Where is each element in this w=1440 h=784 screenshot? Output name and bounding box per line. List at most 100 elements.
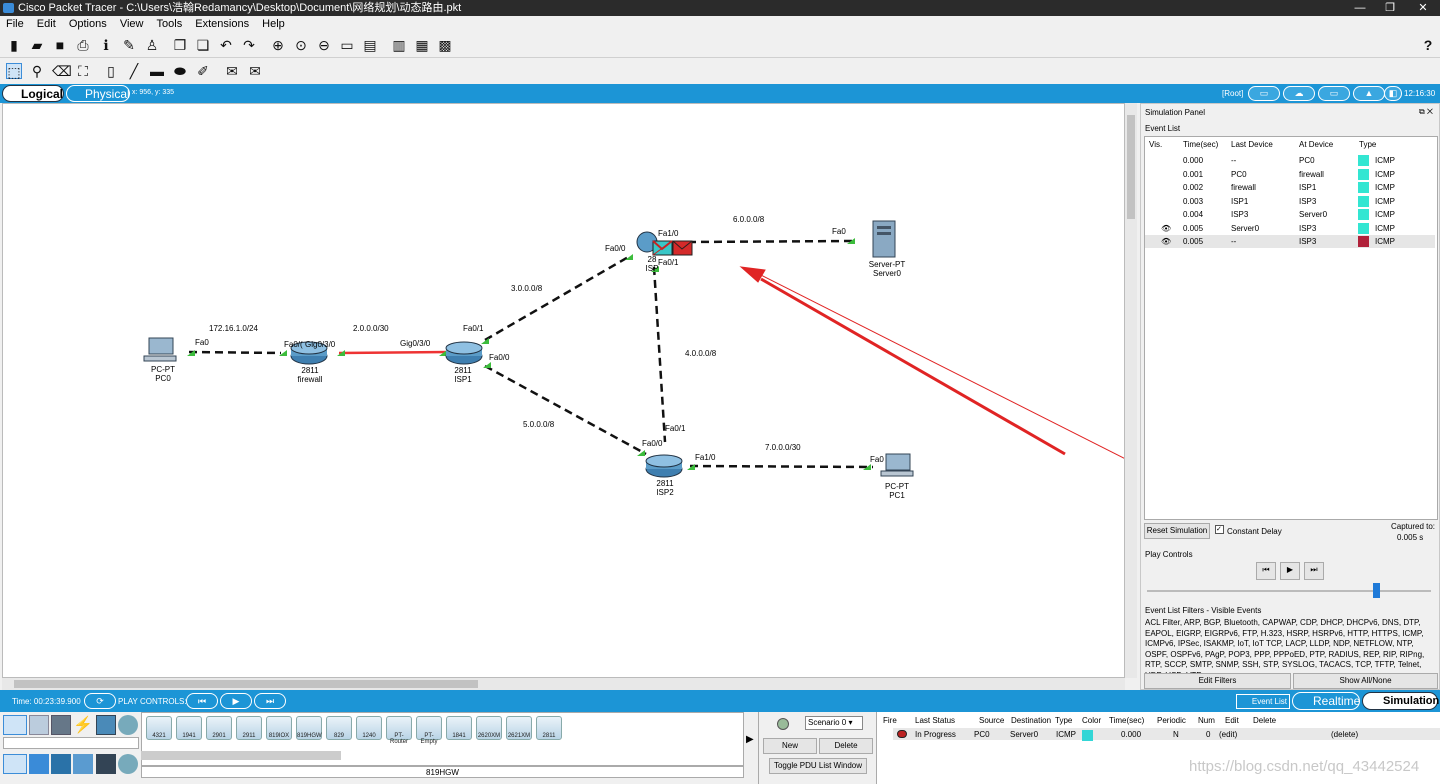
copy-icon[interactable]: ❐ <box>172 37 188 53</box>
reset-simulation-button[interactable]: Reset Simulation <box>1144 523 1210 539</box>
model-item[interactable]: 4321 <box>146 716 172 740</box>
scroll-thumb[interactable] <box>1127 115 1135 219</box>
select-icon[interactable]: ⬚ <box>6 63 22 80</box>
model-item[interactable]: 2901 <box>206 716 232 740</box>
panel-controls-icon[interactable]: ⧉ ✕ <box>1419 107 1433 117</box>
event-row[interactable]: 0.002 firewall ISP1 ICMP <box>1145 181 1435 194</box>
event-row[interactable]: 0.000 -- PC0 ICMP <box>1145 154 1435 167</box>
menu-file[interactable]: File <box>6 18 24 30</box>
zoom-reset-icon[interactable]: ⊙ <box>293 37 309 53</box>
back-button[interactable]: ⏮ <box>1256 562 1276 580</box>
model-item[interactable]: 2621XM <box>506 716 532 740</box>
show-all-button[interactable]: Show All/None <box>1293 673 1438 689</box>
ellipse-icon[interactable]: ⬬ <box>172 63 188 79</box>
redo-icon[interactable]: ↷ <box>241 37 257 53</box>
expand-arrow-icon[interactable]: ▶ <box>746 734 754 745</box>
physical-tab[interactable]: Physical <box>66 85 130 102</box>
event-row[interactable]: 0.001 PC0 firewall ICMP <box>1145 168 1435 181</box>
resize-icon[interactable]: ⛶ <box>75 63 91 79</box>
new-scenario-button[interactable]: New <box>763 738 817 754</box>
image-pill[interactable]: ▲ <box>1353 86 1385 101</box>
scenario-select[interactable]: Scenario 0 ▾ <box>805 716 863 730</box>
network-icon[interactable]: ♙ <box>144 37 160 53</box>
subcat-wan-icon[interactable] <box>118 754 138 774</box>
view-pill[interactable]: ▭ <box>1318 86 1350 101</box>
scroll-thumb[interactable] <box>14 680 478 688</box>
play-icon[interactable]: ▶ <box>220 693 252 709</box>
subcat-security-icon[interactable] <box>96 754 116 774</box>
help-icon[interactable]: ? <box>1420 37 1436 53</box>
inspect-icon[interactable]: ⚲ <box>29 63 45 79</box>
minimize-button[interactable]: — <box>1345 0 1375 16</box>
zoom-out-icon[interactable]: ⊖ <box>316 37 332 53</box>
pdu-simple-icon[interactable]: ✉ <box>224 63 240 79</box>
pdu-complex-icon[interactable]: ✉ <box>247 63 263 79</box>
category-connection-icon[interactable]: ⚡ <box>73 715 93 735</box>
undo-icon[interactable]: ↶ <box>218 37 234 53</box>
info-icon[interactable]: ℹ <box>98 37 114 53</box>
model-item[interactable]: PT-Router <box>386 716 412 745</box>
event-list-toggle[interactable]: Event List <box>1236 694 1290 709</box>
model-item[interactable]: 2620XM <box>476 716 502 740</box>
model-list-scrollbar[interactable] <box>141 751 341 760</box>
play-button[interactable]: ▶ <box>1280 562 1300 580</box>
pdu-delete-link[interactable]: (delete) <box>1331 730 1358 739</box>
print-icon[interactable]: ⎙ <box>75 37 91 53</box>
new-icon[interactable]: ▮ <box>6 37 22 53</box>
cloud-pill[interactable]: ☁ <box>1283 86 1315 101</box>
zoom-in-icon[interactable]: ⊕ <box>270 37 286 53</box>
model-item[interactable]: 1240 <box>356 716 382 740</box>
event-row[interactable]: 0.003 ISP1 ISP3 ICMP <box>1145 195 1435 208</box>
category-component-icon[interactable] <box>51 715 71 735</box>
menu-tools[interactable]: Tools <box>157 18 183 30</box>
category-network-icon[interactable] <box>3 715 27 735</box>
menu-view[interactable]: View <box>120 18 144 30</box>
subcat-switch-icon[interactable] <box>29 754 49 774</box>
device-icon[interactable]: ▦ <box>414 37 430 53</box>
line-icon[interactable]: ╱ <box>126 63 142 79</box>
category-misc-icon[interactable] <box>96 715 116 735</box>
event-row[interactable]: 0.004 ISP3 Server0 ICMP <box>1145 208 1435 221</box>
model-item[interactable]: 1841 <box>446 716 472 740</box>
paste-icon[interactable]: ❏ <box>195 37 211 53</box>
close-button[interactable]: ✕ <box>1408 0 1438 16</box>
model-item[interactable]: 829 <box>326 716 352 740</box>
category-cloud-icon[interactable] <box>118 715 138 735</box>
logical-tab[interactable]: Logical <box>2 85 64 102</box>
viewport-pill[interactable]: ◧ <box>1384 86 1402 101</box>
menu-extensions[interactable]: Extensions <box>195 18 249 30</box>
forward-button[interactable]: ⏭ <box>1304 562 1324 580</box>
event-row[interactable]: 👁 0.005 -- ISP3 ICMP <box>1145 235 1435 248</box>
rect-icon[interactable]: ▬ <box>149 63 165 79</box>
fire-indicator-icon[interactable] <box>897 730 907 738</box>
cluster-pill[interactable]: ▭ <box>1248 86 1280 101</box>
play-back-icon[interactable]: ⏮ <box>186 693 218 709</box>
maximize-button[interactable]: ❐ <box>1375 0 1405 16</box>
window-icon[interactable]: ▭ <box>339 37 355 53</box>
image-icon[interactable]: ▩ <box>437 37 453 53</box>
pdu-edit-link[interactable]: (edit) <box>1219 730 1237 739</box>
model-item[interactable]: 1941 <box>176 716 202 740</box>
delete-icon[interactable]: ⌫ <box>52 63 72 79</box>
realtime-tab[interactable]: Realtime <box>1292 692 1360 710</box>
model-item[interactable]: 819IOX <box>266 716 292 740</box>
speed-slider-thumb[interactable] <box>1373 583 1380 598</box>
model-item[interactable]: PT-Empty <box>416 716 442 745</box>
palette-icon[interactable]: ▤ <box>362 37 378 53</box>
open-icon[interactable]: ▰ <box>29 37 45 53</box>
logical-workspace[interactable]: 172.16.1.0/24 2.0.0.0/30 3.0.0.0/8 4.0.0… <box>2 103 1125 678</box>
menu-edit[interactable]: Edit <box>37 18 56 30</box>
toggle-pdu-list-button[interactable]: Toggle PDU List Window <box>769 758 867 774</box>
play-forward-icon[interactable]: ⏭ <box>254 693 286 709</box>
note-icon[interactable]: ▯ <box>103 63 119 79</box>
constant-delay-checkbox[interactable]: ✓ <box>1215 525 1224 534</box>
delete-scenario-button[interactable]: Delete <box>819 738 873 754</box>
wizard-icon[interactable]: ✎ <box>121 37 137 53</box>
vertical-scrollbar[interactable] <box>1125 103 1137 678</box>
model-item[interactable]: 819HGW <box>296 716 322 740</box>
menu-help[interactable]: Help <box>262 18 285 30</box>
subcat-hub-icon[interactable] <box>51 754 71 774</box>
edit-filters-button[interactable]: Edit Filters <box>1144 673 1291 689</box>
simulation-tab[interactable]: Simulation <box>1362 692 1439 710</box>
model-item[interactable]: 2811 <box>536 716 562 740</box>
